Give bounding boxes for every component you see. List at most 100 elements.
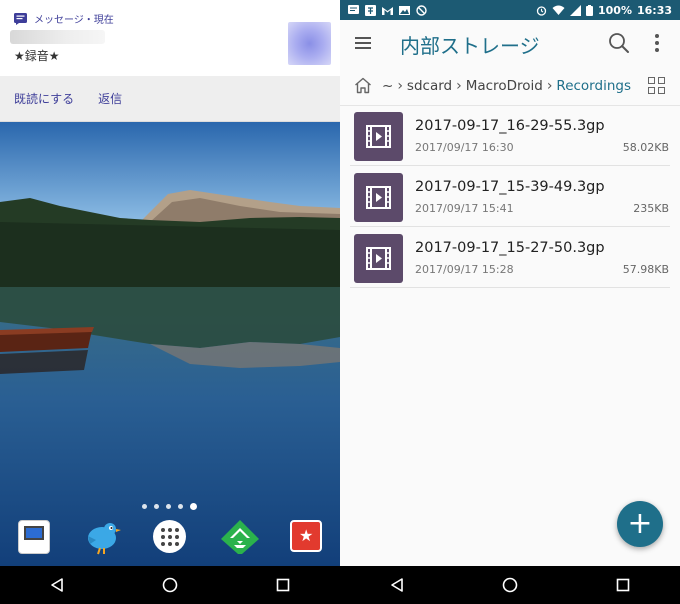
home-dock: ★: [0, 518, 340, 558]
menu-line: [355, 47, 371, 49]
recents-icon[interactable]: [275, 577, 291, 593]
yahoo-screen-graphic: [24, 526, 44, 540]
video-file-icon: [354, 173, 403, 222]
grid-cell: [658, 87, 665, 94]
file-list-item[interactable]: 2017-09-17_15-39-49.3gp 2017/09/17 15:41…: [350, 167, 670, 227]
video-file-icon: [354, 234, 403, 283]
breadcrumb-item-sdcard[interactable]: sdcard: [407, 78, 452, 94]
chevron-right-icon: ›: [456, 77, 462, 94]
drawer-dot: [168, 528, 172, 532]
file-date: 2017/09/17 15:41: [415, 202, 514, 215]
more-dot: [655, 34, 659, 38]
notification-body: ★録音★: [14, 49, 60, 63]
home-icon[interactable]: [162, 577, 178, 593]
search-icon[interactable]: [608, 32, 630, 54]
hatena-icon: [365, 4, 376, 16]
breadcrumb-root[interactable]: ~: [382, 78, 393, 94]
home-icon[interactable]: [502, 577, 518, 593]
film-strip-icon: [366, 247, 391, 270]
drawer-dot: [168, 535, 172, 539]
more-options-icon[interactable]: [655, 34, 659, 55]
breadcrumb-item-recordings[interactable]: Recordings: [556, 78, 631, 94]
message-icon: [348, 4, 359, 14]
menu-line: [355, 42, 371, 44]
add-fab-button[interactable]: +: [617, 501, 663, 547]
file-size: 235KB: [633, 202, 669, 215]
file-size: 57.98KB: [622, 263, 669, 276]
film-strip-icon: [366, 125, 391, 148]
grid-cell: [658, 77, 665, 84]
drawer-dot: [161, 535, 165, 539]
file-name: 2017-09-17_15-27-50.3gp: [415, 240, 605, 256]
page-dot[interactable]: [166, 504, 171, 509]
lake-landscape-image: [0, 122, 340, 566]
pocket-bookmark-icon[interactable]: ★: [290, 520, 322, 552]
file-date: 2017/09/17 15:28: [415, 263, 514, 276]
grid-cell: [648, 87, 655, 94]
gmail-icon: [382, 6, 393, 15]
battery-percent: 100%: [598, 3, 632, 17]
feedly-icon[interactable]: [220, 519, 260, 555]
grid-cell: [648, 77, 655, 84]
image-icon: [399, 5, 410, 15]
file-name: 2017-09-17_16-29-55.3gp: [415, 118, 605, 134]
menu-icon[interactable]: [355, 37, 371, 49]
grid-view-icon[interactable]: [648, 77, 665, 94]
drawer-dot: [168, 542, 172, 546]
recents-icon[interactable]: [615, 577, 631, 593]
breadcrumb-item-macrodroid[interactable]: MacroDroid: [466, 78, 543, 94]
notification-app-name: メッセージ・現在: [34, 15, 114, 26]
mark-read-button[interactable]: 既読にする: [14, 90, 74, 107]
file-list-item[interactable]: 2017-09-17_16-29-55.3gp 2017/09/17 16:30…: [350, 106, 670, 166]
drawer-dot: [175, 542, 179, 546]
page-title: 内部ストレージ: [400, 34, 540, 58]
wifi-icon: [552, 5, 565, 15]
app-bar: 内部ストレージ: [340, 20, 680, 66]
yahoo-icon[interactable]: [18, 520, 50, 554]
page-dot-active[interactable]: [190, 503, 197, 510]
app-drawer-icon[interactable]: [153, 520, 186, 553]
notification-sender-blurred: [10, 30, 105, 44]
battery-icon: [586, 4, 593, 16]
more-dot: [655, 48, 659, 52]
video-file-icon: [354, 112, 403, 161]
message-notification[interactable]: メッセージ・現在 ★録音★: [0, 0, 340, 76]
status-time: 16:33: [636, 3, 672, 17]
reply-button[interactable]: 返信: [98, 90, 122, 107]
status-system-icons: 100% 16:33: [536, 4, 672, 17]
signal-icon: [570, 4, 581, 16]
home-wallpaper: [0, 122, 340, 566]
status-notification-icons: [348, 4, 427, 16]
film-strip-icon: [366, 186, 391, 209]
drawer-dot: [175, 535, 179, 539]
breadcrumb: ~ › sdcard › MacroDroid › Recordings: [340, 66, 680, 106]
notification-header: メッセージ・現在: [14, 11, 114, 26]
file-name: 2017-09-17_15-39-49.3gp: [415, 179, 605, 195]
file-date: 2017/09/17 16:30: [415, 141, 514, 154]
home-icon[interactable]: [354, 77, 372, 94]
file-list-item[interactable]: 2017-09-17_15-27-50.3gp 2017/09/17 15:28…: [350, 228, 670, 288]
status-bar: 100% 16:33: [340, 0, 680, 20]
chevron-right-icon: ›: [397, 77, 403, 94]
page-dot[interactable]: [142, 504, 147, 509]
back-icon[interactable]: [49, 577, 65, 593]
more-dot: [655, 41, 659, 45]
drawer-dot: [175, 528, 179, 532]
page-dot[interactable]: [154, 504, 159, 509]
plus-icon: +: [627, 506, 653, 541]
message-icon: [14, 12, 27, 25]
page-dot[interactable]: [178, 504, 183, 509]
menu-line: [355, 37, 371, 39]
do-not-disturb-icon: [416, 4, 427, 16]
navigation-bar: [340, 566, 680, 604]
notification-avatar: [288, 22, 331, 65]
drawer-dot: [161, 542, 165, 546]
alarm-icon: [536, 5, 547, 16]
twitter-bird-icon[interactable]: [82, 518, 122, 556]
back-icon[interactable]: [389, 577, 405, 593]
notification-actions: 既読にする 返信: [0, 76, 340, 122]
file-size: 58.02KB: [622, 141, 669, 154]
star-icon: ★: [299, 526, 314, 545]
home-page-indicator: [142, 503, 197, 510]
drawer-dot: [161, 528, 165, 532]
